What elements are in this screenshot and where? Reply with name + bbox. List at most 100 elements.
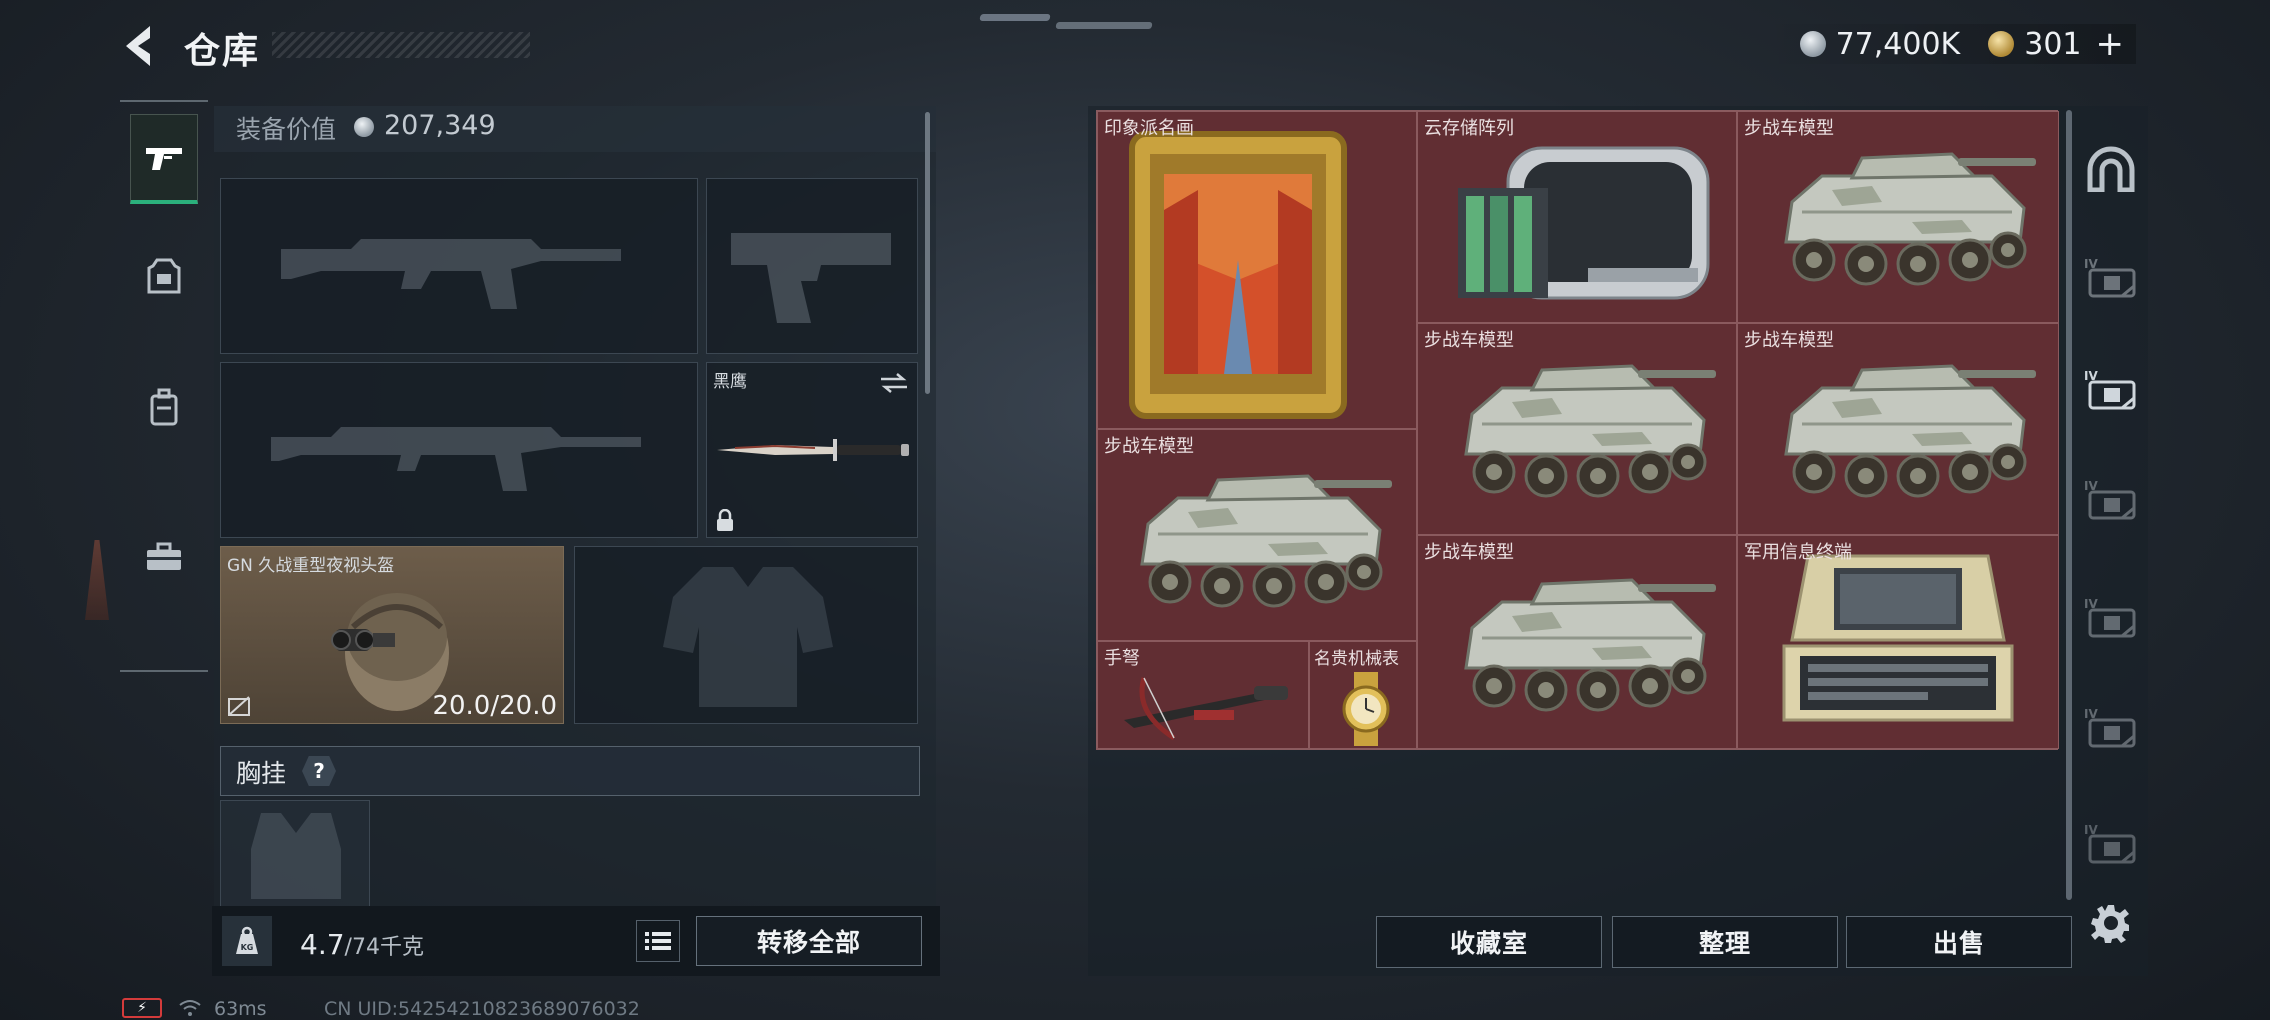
equipment-value: 207,349 (384, 110, 496, 141)
wifi-icon (179, 1000, 201, 1016)
primary-weapon-slot[interactable] (220, 178, 698, 354)
crossbow-icon (1124, 677, 1288, 741)
item-name: 步战车模型 (1744, 118, 1834, 139)
ifv-model-icon (1140, 474, 1392, 608)
gear-icon (2091, 905, 2129, 943)
terminal-case-icon (1782, 554, 2014, 722)
sidebar-case-button[interactable]: IV (2076, 694, 2146, 764)
ceiling-light (1055, 22, 1153, 29)
stash-item-hand-crossbow[interactable]: 手弩 (1097, 641, 1309, 749)
chest-rig-label: 胸挂 (236, 759, 287, 788)
case-icon: IV (2084, 257, 2136, 298)
toolbox-icon (147, 542, 181, 570)
item-name: 军用信息终端 (1744, 542, 1852, 563)
gold-coin-icon (1988, 31, 2015, 57)
chest-rig-silhouette-icon (251, 813, 341, 899)
list-icon (645, 932, 671, 950)
title-decoration (272, 32, 530, 58)
silver-coin-icon (354, 117, 374, 137)
sidebar-arch-button[interactable] (2076, 134, 2146, 204)
sidebar-case-button-active[interactable]: IV (2076, 356, 2146, 426)
helmet-slot[interactable]: GN 久战重型夜视头盔 20.0/20.0 (220, 546, 564, 724)
traffic-cone (85, 540, 109, 620)
weight-max: /74千克 (344, 935, 424, 960)
tab-tools[interactable] (130, 512, 198, 602)
item-name: 步战车模型 (1424, 330, 1514, 351)
melee-name: 黑鹰 (713, 372, 747, 392)
ping-readout: 63ms (214, 998, 267, 1020)
case-icon: IV (2084, 707, 2136, 748)
helmet-durability: 20.0/20.0 (432, 691, 557, 721)
category-tabs (120, 100, 208, 672)
sell-button[interactable]: 出售 (1846, 916, 2072, 968)
silver-coin-icon (1799, 31, 1826, 57)
armor-icon (147, 258, 181, 294)
sidebar-case-button[interactable]: IV (2076, 810, 2146, 880)
weight-current: 4.7 (300, 928, 345, 961)
pistol-silhouette-icon (731, 233, 891, 323)
stash-item-cloud-storage[interactable]: 云存储阵列 (1417, 111, 1737, 323)
ifv-model-icon (1784, 152, 2036, 286)
ceiling-light (979, 14, 1051, 21)
silver-amount: 77,400K (1835, 26, 1961, 62)
chest-rig-help-button[interactable]: ? (302, 756, 336, 786)
stash-item-ifv-model[interactable]: 步战车模型 (1417, 323, 1737, 535)
item-name: 印象派名画 (1104, 118, 1194, 139)
tab-armor[interactable] (130, 232, 198, 322)
stash-item-luxury-watch[interactable]: 名贵机械表 (1309, 641, 1417, 749)
sidebar-case-button[interactable]: IV (2076, 584, 2146, 654)
tab-backpack[interactable] (130, 362, 198, 452)
rifle-silhouette-icon (271, 427, 641, 491)
add-currency-button[interactable]: + (2096, 24, 2125, 64)
secondary-weapon-slot[interactable] (220, 362, 698, 538)
stash-scrollbar[interactable] (2066, 110, 2072, 900)
case-icon: IV (2084, 597, 2136, 638)
sidebar-case-button[interactable]: IV (2076, 466, 2146, 536)
back-arrow-icon[interactable] (118, 22, 164, 70)
painting-icon (1129, 131, 1347, 419)
item-name: 步战车模型 (1744, 330, 1834, 351)
stash-item-ifv-model[interactable]: 步战车模型 (1737, 111, 2059, 323)
case-icon: IV (2084, 823, 2136, 864)
chest-rig-slot[interactable] (220, 800, 370, 910)
battery-icon: ⚡ (122, 998, 162, 1018)
item-name: 名贵机械表 (1314, 649, 1399, 669)
no-repair-icon (228, 696, 250, 716)
sidebar-case-button[interactable]: IV (2076, 244, 2146, 314)
stash-item-ifv-model[interactable]: 步战车模型 (1737, 323, 2059, 535)
user-uid: CN UID:54254210823689076032 (324, 998, 640, 1020)
storage-array-icon (1458, 146, 1710, 300)
arch-icon (2087, 146, 2135, 192)
settings-button[interactable] (2076, 888, 2146, 958)
case-icon: IV (2084, 369, 2136, 410)
transfer-all-button[interactable]: 转移全部 (696, 916, 922, 966)
rifle-silhouette-icon (281, 239, 621, 309)
svg-text:KG: KG (241, 943, 254, 952)
equipment-value-label: 装备价值 (236, 115, 337, 144)
watch-icon (1342, 672, 1390, 746)
melee-slot[interactable]: 黑鹰 (706, 362, 918, 538)
stash-item-military-terminal[interactable]: 军用信息终端 (1737, 535, 2059, 749)
armor-slot[interactable] (574, 546, 918, 724)
armor-silhouette-icon (663, 567, 833, 707)
lock-icon (717, 509, 733, 531)
item-name: 步战车模型 (1424, 542, 1514, 563)
currency-bar: 77,400K 301 + (1760, 24, 2136, 64)
tab-weapons[interactable] (130, 114, 198, 204)
kg-weight-icon: KG (222, 916, 272, 966)
stash-item-ifv-model[interactable]: 步战车模型 (1417, 535, 1737, 749)
weight-readout: 4.7/74千克 (300, 928, 424, 961)
pistol-icon (146, 147, 182, 170)
stash-item-painting[interactable]: 印象派名画 (1097, 111, 1417, 429)
swap-icon[interactable] (879, 371, 909, 395)
collection-room-button[interactable]: 收藏室 (1376, 916, 1602, 968)
sort-button[interactable]: 整理 (1612, 916, 1838, 968)
sidearm-slot[interactable] (706, 178, 918, 354)
list-view-button[interactable] (636, 920, 680, 962)
ifv-model-icon (1464, 578, 1716, 712)
backpack-icon (150, 388, 178, 426)
equipment-scrollbar[interactable] (925, 112, 930, 394)
stash-item-ifv-model[interactable]: 步战车模型 (1097, 429, 1417, 641)
case-icon: IV (2084, 479, 2136, 520)
ifv-model-icon (1464, 364, 1716, 498)
